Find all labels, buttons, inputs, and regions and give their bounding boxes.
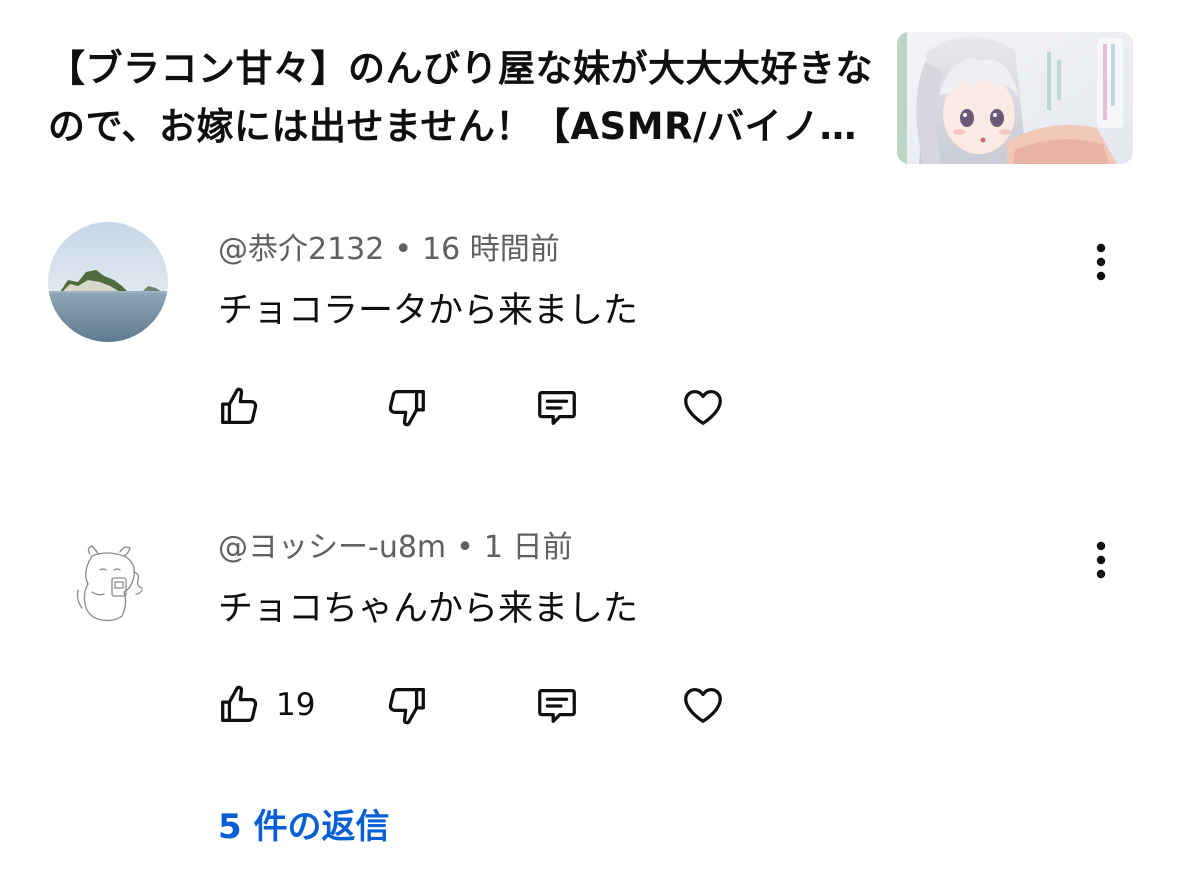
comment-text: チョコラータから来ました xyxy=(218,291,639,331)
like-button[interactable]: 19 xyxy=(216,680,315,730)
comment-meta: @ヨッシー-u8m • 1 日前 xyxy=(218,528,572,568)
thumbs-up-icon xyxy=(221,387,258,424)
meta-separator: • xyxy=(394,232,413,267)
kebab-menu-icon xyxy=(1096,243,1106,281)
video-title[interactable]: 【ブラコン甘々】のんびり屋な妹が大大大好きなので、お嫁には出せません！【ASMR… xyxy=(48,40,878,156)
more-options-button[interactable] xyxy=(1083,536,1119,584)
video-thumbnail[interactable] xyxy=(897,32,1133,164)
thumbs-down-icon xyxy=(388,390,425,427)
avatar[interactable] xyxy=(48,222,168,342)
comment-author[interactable]: @ヨッシー-u8m xyxy=(218,530,446,565)
more-options-button[interactable] xyxy=(1083,238,1119,286)
like-button[interactable] xyxy=(216,382,276,432)
dislike-button[interactable] xyxy=(384,680,430,730)
dislike-button[interactable] xyxy=(384,382,430,432)
comment-author[interactable]: @恭介2132 xyxy=(218,232,384,267)
avatar[interactable] xyxy=(62,532,162,632)
reply-button[interactable] xyxy=(534,382,580,432)
heart-button[interactable] xyxy=(680,382,726,432)
thumbs-down-icon xyxy=(388,688,425,725)
sketch-avatar-icon xyxy=(62,532,162,632)
comment-text: チョコちゃんから来ました xyxy=(218,589,639,629)
video-header[interactable]: 【ブラコン甘々】のんびり屋な妹が大大大好きなので、お嫁には出せません！【ASMR… xyxy=(48,30,1133,165)
thumbs-up-icon xyxy=(221,685,258,722)
like-count: 19 xyxy=(276,687,316,723)
comment-reply-icon xyxy=(538,390,576,425)
island-photo-avatar-icon xyxy=(48,222,168,342)
comment-time: 16 時間前 xyxy=(422,232,560,267)
anime-girl-thumbnail-icon xyxy=(897,32,1133,164)
kebab-menu-icon xyxy=(1096,541,1106,579)
comment-item: @ヨッシー-u8m • 1 日前 チョコちゃんから来ました 19 xyxy=(48,520,1133,750)
reply-button[interactable] xyxy=(534,680,580,730)
comment-meta: @恭介2132 • 16 時間前 xyxy=(218,230,560,270)
heart-button[interactable] xyxy=(680,680,726,730)
meta-separator: • xyxy=(456,530,474,565)
comment-reply-icon xyxy=(538,688,576,723)
view-replies-link[interactable]: 5 件の返信 xyxy=(218,804,390,850)
heart-icon xyxy=(684,688,722,723)
heart-icon xyxy=(684,390,722,425)
comment-time: 1 日前 xyxy=(483,530,573,565)
comment-item: @恭介2132 • 16 時間前 チョコラータから来ました xyxy=(48,222,1133,462)
